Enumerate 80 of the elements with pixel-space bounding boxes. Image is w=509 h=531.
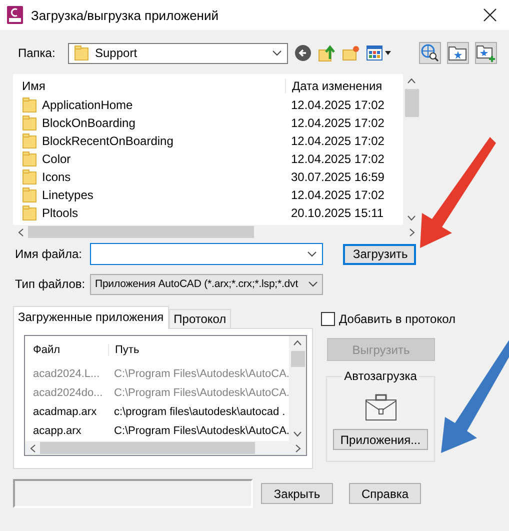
date-cell-text: 12.04.2025 17:02 [290,188,386,202]
scroll-thumb[interactable] [290,351,304,367]
add-favorite-icon [476,43,496,63]
web-search-button[interactable] [419,42,441,64]
folder-icon [22,115,37,131]
file-cell-text: acad2024.L... [32,368,101,380]
field-label: Папка: [17,46,56,60]
file-name[interactable]: BlockOnBoarding [42,116,136,130]
column-header[interactable]: Имя [13,78,285,92]
vertical-scrollbar[interactable] [289,336,306,441]
folder-dropdown[interactable]: Support [68,42,288,64]
file-name[interactable]: BlockRecentOnBoarding [42,134,174,148]
checkbox[interactable] [321,312,335,326]
dialog-button[interactable]: Закрыть [261,483,333,504]
favorite-folder-button[interactable] [447,42,469,64]
date-cell-text: 12.04.2025 17:02 [290,116,386,130]
load-button[interactable]: Загрузить [343,244,416,264]
applications-button[interactable]: Приложения... [333,429,428,450]
close-icon[interactable] [483,8,497,22]
date-cell-text: 20.10.2025 15:11 [290,206,385,220]
horizontal-scrollbar[interactable] [25,441,306,455]
chevron-right-icon [409,228,415,236]
chevron-down-icon [407,215,416,221]
web-search-icon [420,43,440,63]
app-icon [7,6,23,24]
path-cell-text: C:\Program Files\Autodesk\AutoCA. [113,424,289,436]
scroll-thumb[interactable] [40,442,255,454]
folder-icon [74,45,89,61]
add-favorite-button[interactable] [475,42,497,64]
horizontal-scrollbar[interactable] [13,225,420,239]
view-menu-icon[interactable] [366,45,392,61]
window-title: Загрузка/выгрузка приложений [31,8,219,22]
file-cell-text: acadmap.arx [32,406,98,418]
folder-icon [22,97,37,113]
file-name[interactable]: Icons [42,170,71,184]
file-name[interactable]: Linetypes [42,188,94,202]
chevron-right-icon [295,444,301,452]
column-header[interactable]: Путь [108,344,140,356]
chevron-down-icon [293,431,302,437]
back-icon[interactable] [294,44,312,62]
file-name[interactable]: Pltools [42,206,78,220]
chevron-down-icon [307,251,317,257]
folder-icon [22,205,37,221]
path-cell-text: C:\Program Files\Autodesk\AutoCA. [113,386,289,398]
new-folder-icon[interactable] [342,44,360,62]
path-cell-text: C:\Program Files\Autodesk\AutoCA. [113,368,289,380]
file-cell-text: acapp.arx [32,424,82,436]
tab[interactable]: Загруженные приложения [13,306,169,329]
folder-icon [22,187,37,203]
chevron-up-icon [407,78,416,84]
date-cell-text: 30.07.2025 16:59 [290,170,386,184]
file-name[interactable]: Color [42,152,71,166]
date-cell-text: 12.04.2025 17:02 [290,134,386,148]
chevron-left-icon [30,444,36,452]
column-header[interactable]: Файл [25,344,108,356]
file-cell-text: acad2024do... [32,386,104,398]
briefcase-icon [364,393,396,421]
folder-icon [22,133,37,149]
scroll-thumb[interactable] [28,226,254,238]
date-cell-text: 12.04.2025 17:02 [290,152,386,166]
scroll-thumb[interactable] [404,89,418,117]
chevron-down-icon [308,281,318,287]
file-type-dropdown[interactable]: Приложения AutoCAD (*.arx;*.crx;*.lsp;*.dvt [90,274,323,294]
dialog-button[interactable]: Справка [349,483,421,504]
chevron-left-icon [18,228,24,236]
chevron-down-icon [272,50,282,56]
folder-up-icon[interactable] [318,44,336,62]
checkbox-label: Добавить в протокол [339,312,456,326]
date-cell-text: 12.04.2025 17:02 [290,98,386,112]
chevron-up-icon [293,340,302,346]
file-name[interactable]: ApplicationHome [42,98,133,112]
file-list[interactable] [13,74,420,239]
folder-icon [22,151,37,167]
field-label: Тип файлов: [14,277,86,291]
file-name-field[interactable] [90,243,323,265]
tab[interactable]: Протокол [168,309,232,328]
folder-icon [22,169,37,185]
path-cell-text: c:\program files\autodesk\autocad . [113,406,286,418]
field-label: Имя файла: [14,247,83,261]
group-title: Автозагрузка [342,369,419,383]
